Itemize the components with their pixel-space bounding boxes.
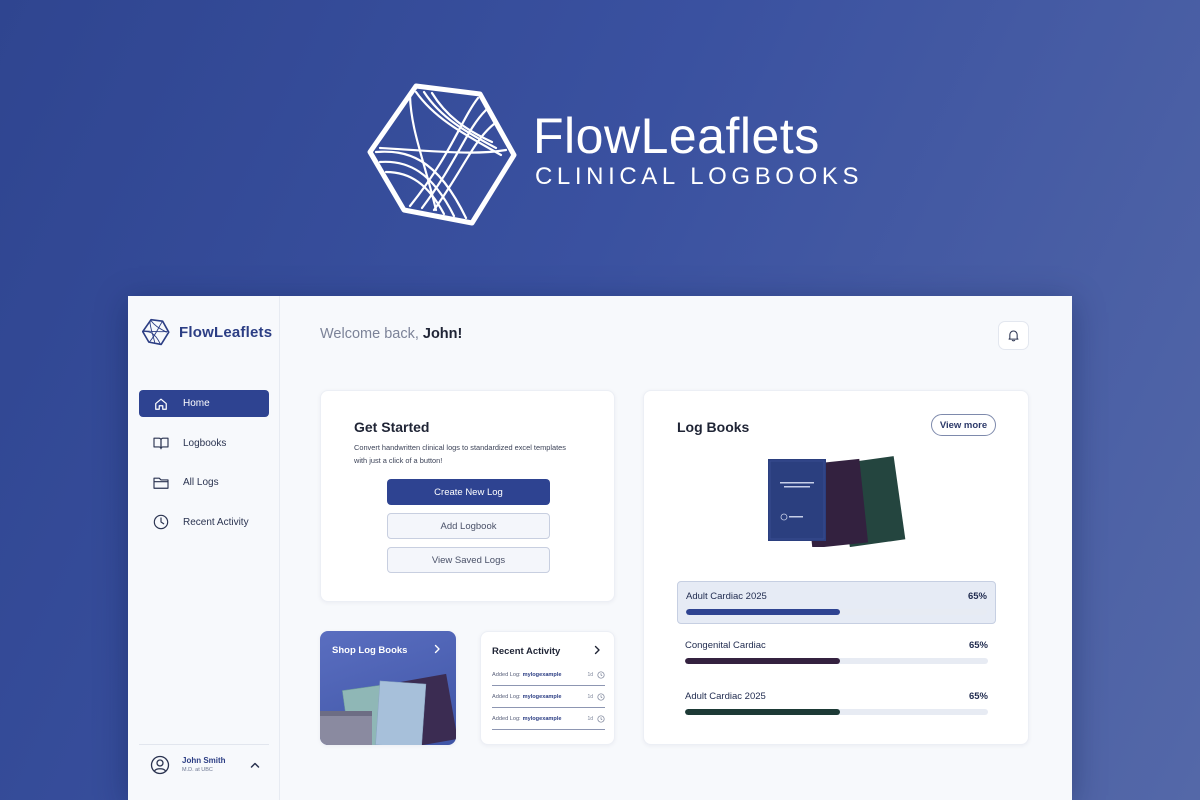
sidebar-item-label: Logbooks [183, 437, 227, 449]
logbook-progress-bar [686, 609, 987, 615]
user-avatar-icon [150, 755, 170, 774]
activity-prefix: Added Log: [492, 693, 521, 700]
activity-time: 1d [587, 715, 593, 722]
brand-name: FlowLeaflets [179, 323, 273, 341]
logbook-percent: 65% [967, 591, 987, 602]
recent-activity-card: Recent Activity Added Log: mylogexample … [480, 631, 615, 745]
recent-activity-title: Recent Activity [492, 646, 561, 657]
hero-subtitle: CLINICAL LOGBOOKS [535, 163, 864, 190]
logbook-row[interactable]: Adult Cardiac 2025 65% [677, 581, 996, 624]
welcome-prefix: Welcome back, [320, 326, 419, 342]
sidebar-item-label: Home [183, 398, 210, 409]
hero-title: FlowLeaflets [533, 108, 820, 164]
logbook-progress-bar [685, 658, 988, 664]
home-icon [153, 396, 169, 412]
chevron-right-icon[interactable] [432, 644, 442, 654]
add-logbook-button[interactable]: Add Logbook [387, 513, 550, 539]
logbook-progress-bar [685, 709, 988, 715]
logbook-percent: 65% [968, 691, 988, 702]
logbook-covers-image [320, 673, 456, 745]
activity-time: 1d [587, 671, 593, 678]
activity-time: 1d [587, 693, 593, 700]
user-role: M.D. at UBC [182, 767, 213, 773]
activity-prefix: Added Log: [492, 715, 521, 722]
user-profile[interactable]: John Smith M.D. at UBC [139, 744, 269, 784]
sidebar-item-all-logs[interactable]: All Logs [139, 469, 269, 496]
logbook-name: Adult Cardiac 2025 [686, 591, 767, 602]
bell-icon [1008, 330, 1019, 342]
clock-icon [597, 670, 605, 679]
clock-icon [597, 692, 605, 701]
recent-activity-item[interactable]: Added Log: mylogexample 1d [492, 708, 605, 730]
chevron-up-icon[interactable] [249, 759, 261, 771]
view-more-button[interactable]: View more [931, 414, 996, 436]
log-books-card: Log Books View more Adult Cardiac 2025 6… [643, 390, 1029, 745]
sidebar-brand[interactable]: FlowLeaflets [142, 318, 272, 346]
sidebar: FlowLeaflets Home Logbooks All Logs Rece… [128, 296, 280, 800]
clock-icon [597, 714, 605, 723]
recent-activity-list: Added Log: mylogexample 1d Added Log: my… [492, 664, 605, 730]
view-saved-logs-button[interactable]: View Saved Logs [387, 547, 550, 573]
flowleaflets-logo-icon [142, 318, 170, 346]
create-new-log-button[interactable]: Create New Log [387, 479, 550, 505]
activity-log-name: mylogexample [522, 693, 562, 700]
user-info: John Smith M.D. at UBC [182, 756, 226, 773]
app-window: FlowLeaflets Home Logbooks All Logs Rece… [128, 296, 1072, 800]
folder-icon [153, 475, 169, 491]
sidebar-item-label: All Logs [183, 477, 219, 488]
logbook-row[interactable]: Congenital Cardiac 65% [677, 631, 996, 674]
recent-activity-item[interactable]: Added Log: mylogexample 1d [492, 664, 605, 686]
activity-log-name: mylogexample [522, 671, 562, 678]
user-name: John Smith [182, 756, 226, 765]
activity-prefix: Added Log: [492, 671, 521, 678]
notifications-button[interactable] [998, 321, 1029, 350]
get-started-card: Get Started Convert handwritten clinical… [320, 390, 615, 602]
activity-log-name: mylogexample [522, 715, 562, 722]
logbook-name: Congenital Cardiac [685, 640, 766, 651]
chevron-right-icon[interactable] [592, 645, 602, 655]
logbook-name: Adult Cardiac 2025 [685, 691, 766, 702]
logbook-row[interactable]: Adult Cardiac 2025 65% [677, 682, 996, 725]
logbook-covers-image [768, 456, 906, 547]
shop-title: Shop Log Books [332, 645, 408, 656]
sidebar-item-recent-activity[interactable]: Recent Activity [139, 509, 269, 536]
shop-log-books-card[interactable]: Shop Log Books [320, 631, 456, 745]
get-started-description: Convert handwritten clinical logs to sta… [354, 443, 566, 465]
sidebar-item-label: Recent Activity [183, 516, 249, 528]
logbook-progress-fill [686, 609, 840, 615]
sidebar-nav: Home Logbooks All Logs Recent Activity [139, 390, 269, 548]
sidebar-item-logbooks[interactable]: Logbooks [139, 430, 269, 457]
logbook-progress-fill [685, 658, 840, 664]
clock-icon [153, 514, 169, 530]
recent-activity-item[interactable]: Added Log: mylogexample 1d [492, 686, 605, 708]
log-books-title: Log Books [677, 419, 750, 435]
sidebar-item-home[interactable]: Home [139, 390, 269, 417]
logbook-percent: 65% [968, 640, 988, 651]
welcome-name: John! [422, 326, 463, 342]
welcome-message: Welcome back, John! [320, 326, 462, 342]
logbook-progress-fill [685, 709, 840, 715]
book-icon [153, 435, 169, 451]
get-started-title: Get Started [354, 419, 430, 435]
flowleaflets-logo-icon [367, 83, 517, 226]
